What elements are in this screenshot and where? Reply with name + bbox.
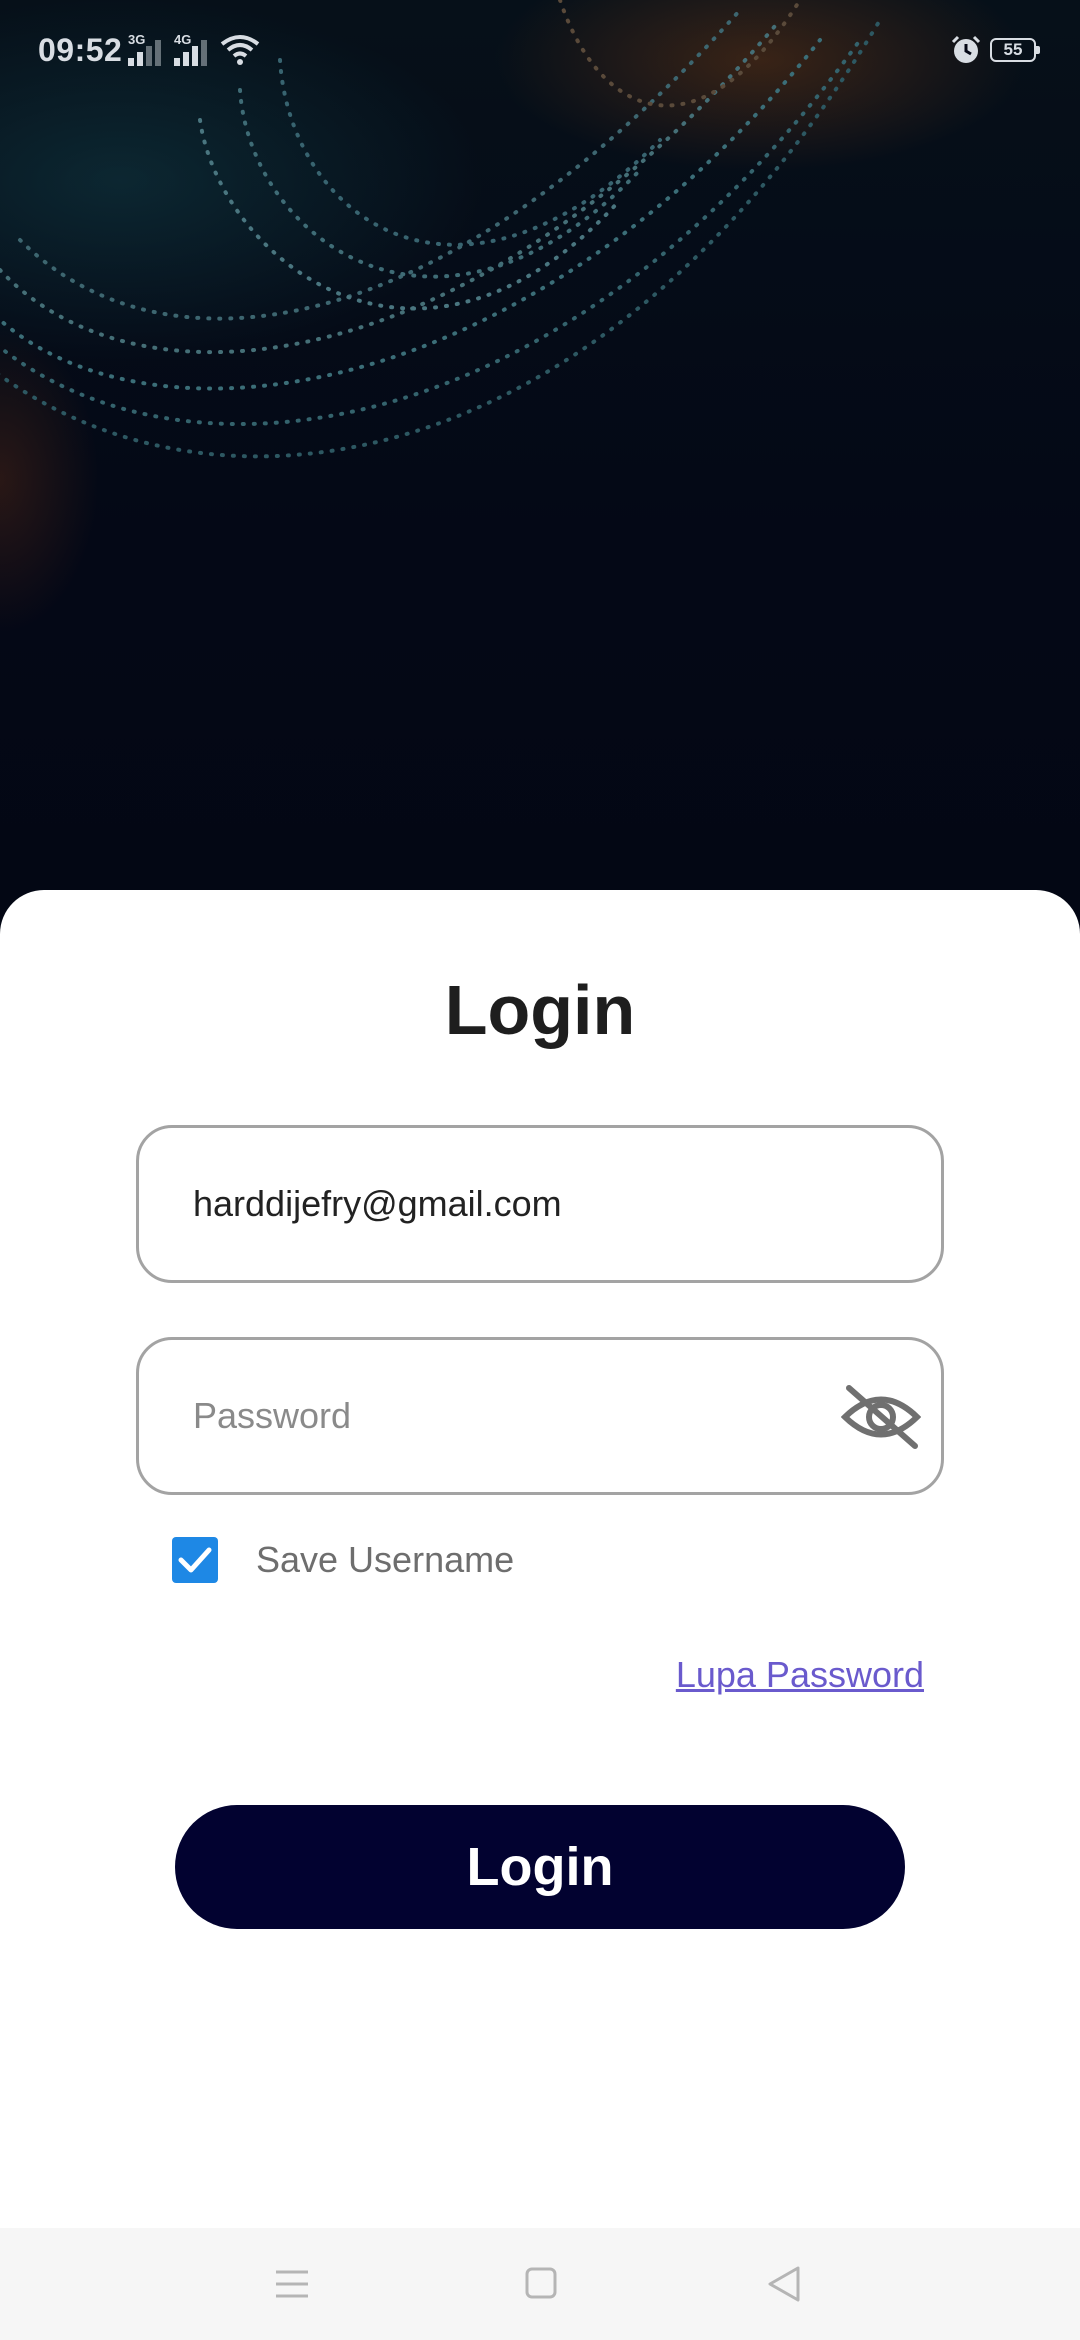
dotted-wave-decoration xyxy=(0,0,882,459)
email-input[interactable] xyxy=(193,1128,833,1280)
login-button[interactable]: Login xyxy=(175,1805,905,1929)
password-field[interactable] xyxy=(136,1337,944,1495)
wifi-icon xyxy=(220,35,260,65)
alarm-icon xyxy=(951,35,981,63)
eye-off-icon[interactable] xyxy=(841,1384,921,1450)
status-time: 09:52 xyxy=(38,32,123,68)
forgot-password-link[interactable]: Lupa Password xyxy=(676,1654,924,1696)
screen: 09:52 3G 4G 55 Login harddijefry@gmail.c… xyxy=(0,0,1080,2340)
signal-icon: 3G xyxy=(128,32,168,66)
menu-icon[interactable] xyxy=(274,2264,310,2304)
password-input[interactable] xyxy=(193,1340,833,1492)
home-icon[interactable] xyxy=(524,2264,558,2304)
back-icon[interactable] xyxy=(766,2264,802,2304)
battery-icon: 55 xyxy=(990,38,1040,62)
email-field[interactable] xyxy=(136,1125,944,1283)
check-icon xyxy=(178,1547,212,1573)
signal-icon: 4G xyxy=(174,32,214,66)
save-username-row[interactable]: Save Username xyxy=(172,1535,514,1585)
save-username-checkbox[interactable] xyxy=(172,1537,218,1583)
save-username-label: Save Username xyxy=(256,1539,515,1580)
page-title: Login xyxy=(444,971,636,1049)
login-sheet: Login Save Username Lupa Password Login xyxy=(0,890,1080,2228)
status-bar: 09:52 3G 4G 55 xyxy=(0,0,1080,100)
navigation-bar xyxy=(0,2228,1080,2340)
hero-background xyxy=(0,0,1080,920)
